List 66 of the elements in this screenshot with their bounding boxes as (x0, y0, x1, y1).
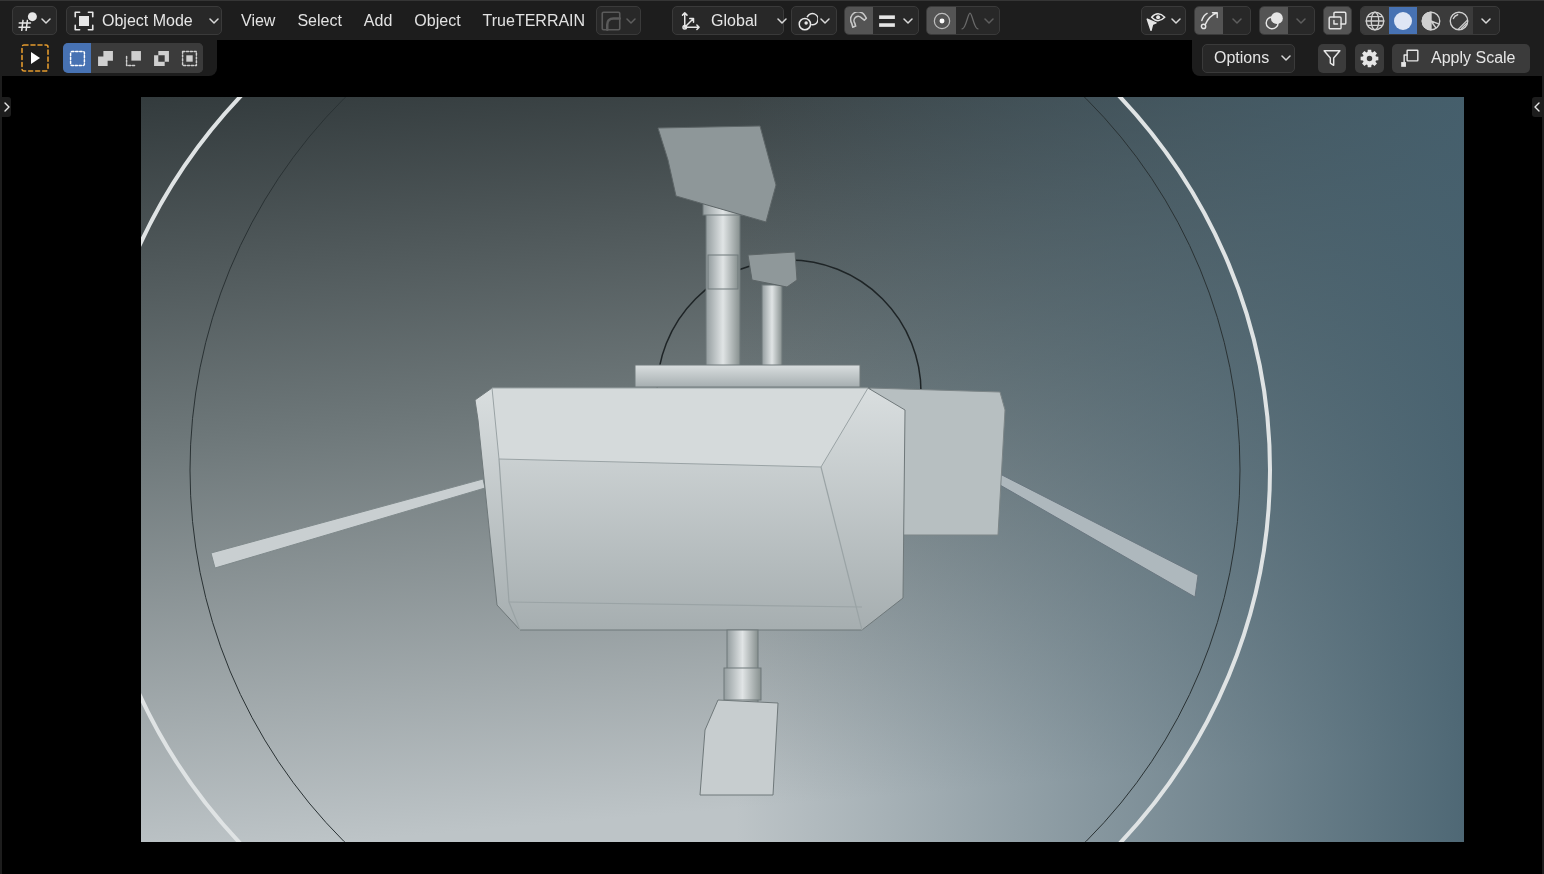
caret-icon (208, 17, 219, 24)
curve-icon (601, 10, 622, 31)
3d-viewport-icon (18, 10, 38, 31)
wireframe-sphere-icon (1365, 10, 1385, 31)
gizmo-toggle[interactable] (1195, 7, 1223, 34)
proportional-editing-toggle[interactable] (927, 7, 957, 34)
inverted-squares-icon (152, 49, 170, 67)
curved-arrow-icon (1199, 11, 1219, 30)
dashed-square-icon (68, 49, 86, 67)
caret-icon (777, 17, 788, 24)
solid-sphere-icon (1393, 10, 1413, 31)
selectability-dropdown[interactable] (1141, 6, 1186, 35)
object-mode-icon (74, 10, 94, 31)
overlay-toggle[interactable] (1260, 7, 1288, 34)
toolbar-toggle[interactable] (2, 97, 11, 117)
settings-button[interactable] (1355, 43, 1384, 73)
shading-mode-button[interactable] (1445, 7, 1473, 34)
chevron-left-icon (1534, 102, 1540, 112)
magnet-icon (850, 11, 869, 30)
caret-icon (626, 17, 637, 24)
options-dropdown[interactable]: Options (1202, 43, 1295, 73)
pivot-icon (798, 10, 819, 31)
caret-icon (1171, 17, 1181, 24)
chevron-right-icon (3, 102, 10, 112)
editor-type-dropdown[interactable] (12, 6, 57, 35)
axes-icon (681, 10, 702, 31)
caret-icon (1231, 17, 1242, 24)
material-sphere-icon (1421, 10, 1441, 31)
xray-toggle[interactable] (1323, 6, 1352, 35)
falloff-curve-icon (961, 11, 980, 30)
select-tool-button[interactable] (20, 43, 50, 73)
intersect-squares-icon (180, 49, 198, 67)
shading-mode-button[interactable] (1361, 7, 1389, 34)
rendered-sphere-icon (1449, 10, 1469, 31)
caret-icon (903, 17, 914, 24)
shading-mode-button[interactable] (1417, 7, 1445, 34)
mode-dropdown[interactable]: Object Mode (66, 6, 222, 35)
menu-item[interactable]: Object (403, 6, 472, 35)
select-mode-button[interactable] (63, 43, 91, 73)
apply-scale-button[interactable]: Apply Scale (1392, 43, 1530, 73)
orientation-dropdown[interactable]: Global (672, 6, 785, 35)
filter-icon (1323, 49, 1341, 67)
filter-button[interactable] (1318, 43, 1346, 73)
scale-squares-icon (1400, 48, 1419, 68)
pivot-dropdown[interactable] (791, 6, 838, 35)
menu-item[interactable]: View (230, 6, 287, 35)
caret-icon (820, 17, 831, 24)
overlapping-squares-icon (1328, 11, 1347, 30)
merged-squares-icon (96, 49, 114, 67)
caret-icon (41, 17, 51, 24)
caret-icon (1281, 55, 1292, 61)
caret-icon (1296, 17, 1306, 24)
menu-item[interactable]: Add (352, 6, 404, 35)
settings-icon (1360, 48, 1379, 68)
eye-cursor-icon (1146, 10, 1166, 31)
sidebar-toggle[interactable] (1532, 97, 1542, 117)
overlapping-circles-icon (1264, 11, 1284, 30)
snap-toggle[interactable] (845, 7, 874, 34)
caret-icon (1481, 17, 1491, 24)
caret-icon (984, 17, 995, 24)
menu-item[interactable]: Select (286, 6, 353, 35)
shading-mode-button[interactable] (1389, 7, 1417, 34)
subtract-squares-icon (124, 49, 142, 67)
menu-item[interactable]: TrueTERRAIN (471, 6, 597, 35)
circle-dot-icon (932, 11, 951, 30)
select-box-tool-icon (21, 44, 49, 72)
